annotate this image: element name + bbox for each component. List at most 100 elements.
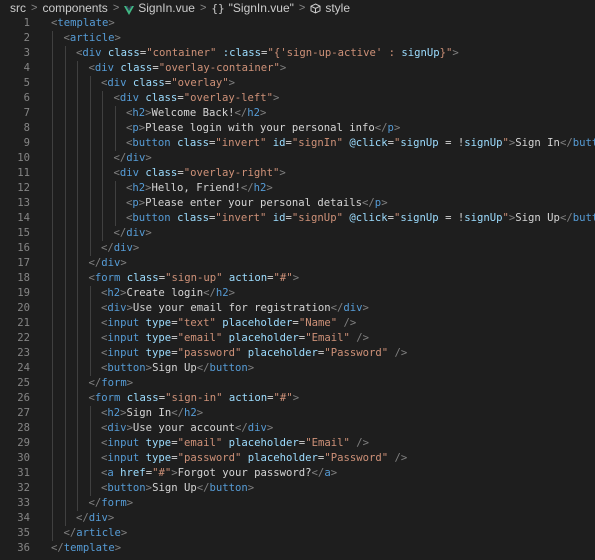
code-token: placeholder (247, 347, 318, 359)
code-line[interactable]: 33 </form> (0, 496, 595, 511)
code-line[interactable]: 11 <div class="overlay-right"> (0, 166, 595, 181)
code-line[interactable]: 5 <div class="overlay"> (0, 76, 595, 91)
code-token: div (247, 422, 267, 434)
indent-guide (114, 106, 116, 121)
line-number: 13 (17, 197, 30, 209)
code-line[interactable]: 1 <template> (0, 16, 595, 31)
code-line[interactable]: 9 <button class="invert" id="signIn" @cli… (0, 136, 595, 151)
indent-guide (52, 361, 53, 376)
code-token: > (279, 62, 287, 74)
indent-guide (64, 226, 66, 241)
code-line[interactable]: 19 <h2>Create login</h2> (0, 286, 595, 301)
code-line[interactable]: 34 </div> (0, 511, 595, 526)
code-line[interactable]: 4 <div class="overlay-container"> (0, 61, 595, 76)
code-line[interactable]: 17 </div> (0, 256, 595, 271)
code-token: form (94, 392, 121, 404)
code-line[interactable]: 26 <form class="sign-in" action="#"> (0, 391, 595, 406)
breadcrumb-components[interactable]: components (42, 1, 107, 15)
code-content: <article> (30, 31, 595, 46)
breadcrumb: src > components > SignIn.vue > {} "Sign… (0, 0, 595, 16)
indent-guide (64, 241, 66, 256)
code-line[interactable]: 27 <h2>Sign In</h2> (0, 406, 595, 421)
code-token: </ (171, 407, 184, 419)
code-line[interactable]: 22 <input type="email" placeholder="Email… (0, 331, 595, 346)
code-token: > (273, 92, 280, 104)
code-token: article (76, 527, 121, 539)
line-number: 1 (23, 17, 30, 29)
code-token: class (132, 77, 165, 89)
indent-guide (64, 361, 66, 376)
code-line[interactable]: 6 <div class="overlay-left"> (0, 91, 595, 106)
indent-guide (89, 451, 91, 466)
code-token: "password" (177, 452, 242, 464)
code-token: </ (196, 482, 210, 494)
indent-guide (102, 226, 103, 241)
code-content: <div class="container" :class="{'sign-up… (30, 46, 595, 61)
code-line[interactable]: 21 <input type="text" placeholder="Name" … (0, 316, 595, 331)
indent-guide (114, 196, 116, 211)
code-line[interactable]: 23 <input type="password" placeholder="Pa… (0, 346, 595, 361)
code-line[interactable]: 31 <a href="#">Forgot your password?</a> (0, 466, 595, 481)
code-line[interactable]: 16 </div> (0, 241, 595, 256)
breadcrumb-src[interactable]: src (10, 1, 26, 15)
code-token: div (343, 302, 363, 314)
code-line[interactable]: 29 <input type="email" placeholder="Email… (0, 436, 595, 451)
code-token: class (145, 92, 178, 104)
indent-guide (89, 286, 91, 301)
code-token: > (196, 407, 204, 419)
code-line[interactable]: 13 <p>Please enter your personal details<… (0, 196, 595, 211)
code-line[interactable]: 35 </article> (0, 526, 595, 541)
code-content: </div> (30, 241, 595, 256)
indent-guide (52, 46, 53, 61)
code-line[interactable]: 32 <button>Sign Up</button> (0, 481, 595, 496)
line-number: 17 (17, 257, 30, 269)
code-token: placeholder (228, 437, 299, 449)
code-line[interactable]: 14 <button class="invert" id="signUp" @cl… (0, 211, 595, 226)
code-token: Please login with your personal info (145, 122, 375, 134)
code-token: article (69, 32, 115, 44)
code-token: </ (63, 527, 77, 539)
code-token: form (94, 272, 121, 284)
indent-guide (102, 91, 103, 106)
breadcrumb-style[interactable]: style (325, 1, 350, 15)
breadcrumb-file[interactable]: SignIn.vue (138, 1, 195, 15)
code-token: form (101, 377, 127, 389)
indent-guide (77, 211, 78, 226)
code-line[interactable]: 8 <p>Please login with your personal info… (0, 121, 595, 136)
code-token: div (119, 167, 140, 179)
code-line[interactable]: 36 </template> (0, 541, 595, 556)
code-line[interactable]: 30 <input type="password" placeholder="Pa… (0, 451, 595, 466)
line-number: 18 (17, 272, 30, 284)
code-line[interactable]: 12 <h2>Hello, Friend!</h2> (0, 181, 595, 196)
code-line[interactable]: 20 <div>Use your email for registration</… (0, 301, 595, 316)
code-line[interactable]: 3 <div class="container" :class="{'sign-u… (0, 46, 595, 61)
code-editor[interactable]: 1 <template> 2 <article> 3 <div class="contai… (0, 16, 595, 556)
indent-guide (64, 466, 66, 481)
indent-guide (64, 511, 66, 526)
code-content: </div> (30, 256, 595, 271)
indent-guide (52, 76, 53, 91)
code-token: @click (349, 212, 388, 224)
breadcrumb-symbol[interactable]: "SignIn.vue" (229, 1, 294, 15)
indent-guide (64, 136, 66, 151)
code-line[interactable]: 28 <div>Use your account</div> (0, 421, 595, 436)
code-token: placeholder (228, 332, 299, 344)
code-line[interactable]: 24 <button>Sign Up</button> (0, 361, 595, 376)
code-line[interactable]: 25 </form> (0, 376, 595, 391)
code-line[interactable]: 18 <form class="sign-up" action="#"> (0, 271, 595, 286)
code-line[interactable]: 7 <h2>Welcome Back!</h2> (0, 106, 595, 121)
indent-guide (102, 166, 103, 181)
code-line[interactable]: 10 </div> (0, 151, 595, 166)
line-number: 23 (17, 347, 30, 359)
code-line[interactable]: 15 </div> (0, 226, 595, 241)
code-token: </ (113, 227, 127, 239)
line-number: 8 (23, 122, 30, 134)
indent-guide (64, 331, 66, 346)
code-token: Sign Up (152, 362, 197, 374)
code-token: Create login (126, 287, 204, 299)
code-token: button (107, 362, 146, 374)
indent-guide (52, 511, 53, 526)
code-token: signUp (400, 137, 439, 149)
code-line[interactable]: 2 <article> (0, 31, 595, 46)
code-token: h2 (183, 407, 197, 419)
